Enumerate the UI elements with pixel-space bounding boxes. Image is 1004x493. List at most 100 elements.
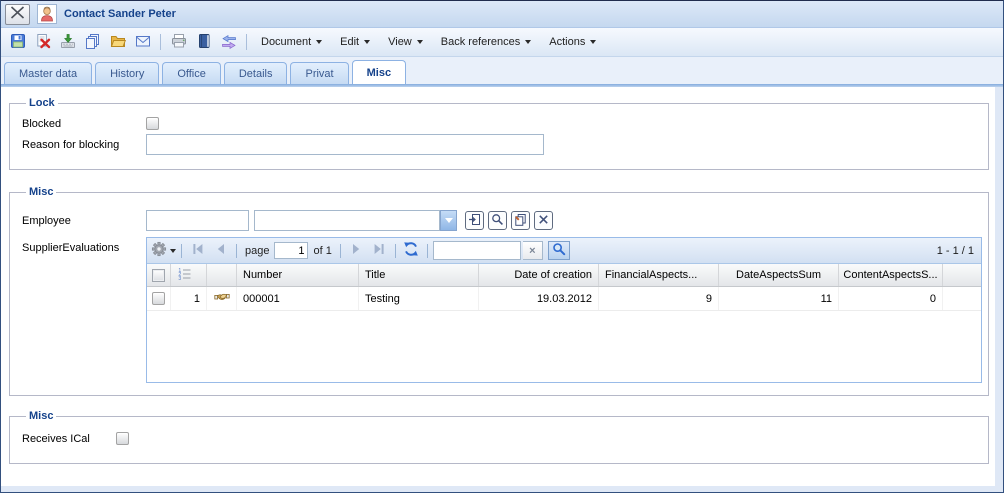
row-number-column-header[interactable]: 123 bbox=[171, 264, 207, 286]
row-date-aspects-sum-value: 11 bbox=[719, 287, 839, 310]
column-header-date-aspects-sum[interactable]: DateAspectsSum bbox=[719, 264, 839, 286]
grid-header-row: 123 Number Title Date of creation Financ… bbox=[147, 264, 981, 287]
menu-actions[interactable]: Actions bbox=[541, 31, 604, 53]
last-page-button[interactable] bbox=[369, 240, 390, 261]
close-button[interactable] bbox=[5, 4, 30, 25]
first-page-button[interactable] bbox=[187, 240, 208, 261]
tab-details[interactable]: Details bbox=[224, 62, 288, 84]
toolbar-separator bbox=[160, 34, 161, 50]
employee-open-button[interactable] bbox=[465, 211, 484, 230]
employee-clear-button[interactable] bbox=[534, 211, 553, 230]
column-header-date-of-creation[interactable]: Date of creation bbox=[479, 264, 599, 286]
row-content-aspects-sum-value: 0 bbox=[839, 287, 943, 310]
tab-label: History bbox=[110, 68, 144, 80]
menu-document[interactable]: Document bbox=[253, 31, 330, 53]
column-header-number[interactable]: Number bbox=[237, 264, 359, 286]
print-icon bbox=[171, 33, 187, 52]
menu-back-references[interactable]: Back references bbox=[433, 31, 539, 53]
copy-button[interactable] bbox=[81, 31, 104, 54]
window-title: Contact Sander Peter bbox=[64, 8, 176, 20]
folder-button[interactable] bbox=[106, 31, 129, 54]
row-title-value: Testing bbox=[359, 287, 479, 310]
menu-view-label: View bbox=[388, 36, 412, 48]
chevron-down-icon bbox=[590, 40, 596, 44]
copy-icon bbox=[85, 33, 101, 52]
journal-button[interactable] bbox=[192, 31, 215, 54]
row-number-value: 000001 bbox=[237, 287, 359, 310]
main-toolbar: Document Edit View Back references Actio… bbox=[1, 28, 1003, 57]
clear-search-button[interactable]: × bbox=[523, 241, 543, 260]
column-header-label: FinancialAspects... bbox=[605, 269, 697, 281]
contact-person-icon bbox=[37, 4, 57, 24]
transfer-button[interactable] bbox=[217, 31, 240, 54]
chevron-down-icon bbox=[364, 40, 370, 44]
column-header-label: Title bbox=[365, 269, 385, 281]
misc-ical-fieldset: Misc Receives ICal bbox=[9, 410, 989, 464]
titlebar: Contact Sander Peter bbox=[1, 1, 1003, 28]
menu-actions-label: Actions bbox=[549, 36, 585, 48]
save-button[interactable] bbox=[6, 31, 29, 54]
delete-icon bbox=[35, 33, 51, 52]
reason-for-blocking-input[interactable] bbox=[146, 134, 544, 155]
chevron-down-icon bbox=[170, 249, 176, 253]
lock-legend: Lock bbox=[26, 97, 58, 109]
grid-search-input[interactable] bbox=[433, 241, 521, 260]
employee-combo-trigger[interactable] bbox=[440, 210, 457, 231]
toolbar-separator bbox=[340, 244, 341, 258]
import-icon bbox=[60, 33, 76, 52]
chevron-down-icon bbox=[525, 40, 531, 44]
previous-page-icon bbox=[213, 241, 229, 260]
open-record-icon bbox=[468, 213, 481, 229]
type-icon-column-header[interactable] bbox=[207, 264, 237, 286]
menu-edit-label: Edit bbox=[340, 36, 359, 48]
tab-history[interactable]: History bbox=[95, 62, 159, 84]
select-all-header[interactable] bbox=[147, 264, 171, 286]
row-checkbox[interactable] bbox=[152, 292, 165, 305]
email-button[interactable] bbox=[131, 31, 154, 54]
numbered-list-icon: 123 bbox=[177, 267, 192, 284]
menu-view[interactable]: View bbox=[380, 31, 431, 53]
chevron-down-icon bbox=[417, 40, 423, 44]
employee-combo bbox=[254, 210, 457, 231]
column-header-content-aspects-sum[interactable]: ContentAspectsS... bbox=[839, 264, 943, 286]
row-filler-cell bbox=[943, 287, 981, 310]
next-page-button[interactable] bbox=[346, 240, 367, 261]
column-header-label: Date of creation bbox=[514, 269, 592, 281]
employee-combo-input[interactable] bbox=[254, 210, 440, 231]
refresh-icon bbox=[403, 241, 419, 260]
new-record-icon bbox=[514, 213, 527, 229]
clear-x-icon bbox=[537, 213, 550, 229]
grid-settings-button[interactable] bbox=[151, 241, 176, 260]
supplier-evaluations-label: SupplierEvaluations bbox=[22, 242, 146, 254]
column-header-financial-aspects[interactable]: FinancialAspects... bbox=[599, 264, 719, 286]
refresh-button[interactable] bbox=[401, 240, 422, 261]
employee-label: Employee bbox=[22, 215, 146, 227]
employee-new-button[interactable] bbox=[511, 211, 530, 230]
page-label: page bbox=[242, 245, 272, 257]
employee-search-button[interactable] bbox=[488, 211, 507, 230]
print-button[interactable] bbox=[167, 31, 190, 54]
journal-icon bbox=[196, 33, 212, 52]
toolbar-separator bbox=[427, 244, 428, 258]
tab-privat[interactable]: Privat bbox=[290, 62, 348, 84]
employee-id-input[interactable] bbox=[146, 210, 249, 231]
run-search-button[interactable] bbox=[548, 241, 570, 260]
supplier-evaluations-grid: page of 1 bbox=[146, 237, 982, 383]
previous-page-button[interactable] bbox=[210, 240, 231, 261]
tab-misc[interactable]: Misc bbox=[352, 60, 406, 84]
blocked-checkbox[interactable] bbox=[146, 117, 159, 130]
receives-ical-checkbox[interactable] bbox=[116, 432, 129, 445]
toolbar-separator bbox=[236, 244, 237, 258]
tab-master-data[interactable]: Master data bbox=[4, 62, 92, 84]
misc-fieldset: Misc Employee bbox=[9, 186, 989, 396]
page-number-input[interactable] bbox=[274, 242, 308, 259]
column-header-title[interactable]: Title bbox=[359, 264, 479, 286]
toolbar-separator bbox=[395, 244, 396, 258]
menu-document-label: Document bbox=[261, 36, 311, 48]
select-all-checkbox[interactable] bbox=[152, 269, 165, 282]
menu-edit[interactable]: Edit bbox=[332, 31, 378, 53]
table-row[interactable]: 1 000001 Testing 19.03.2012 9 11 0 bbox=[147, 287, 981, 311]
tab-office[interactable]: Office bbox=[162, 62, 221, 84]
delete-button[interactable] bbox=[31, 31, 54, 54]
import-button[interactable] bbox=[56, 31, 79, 54]
